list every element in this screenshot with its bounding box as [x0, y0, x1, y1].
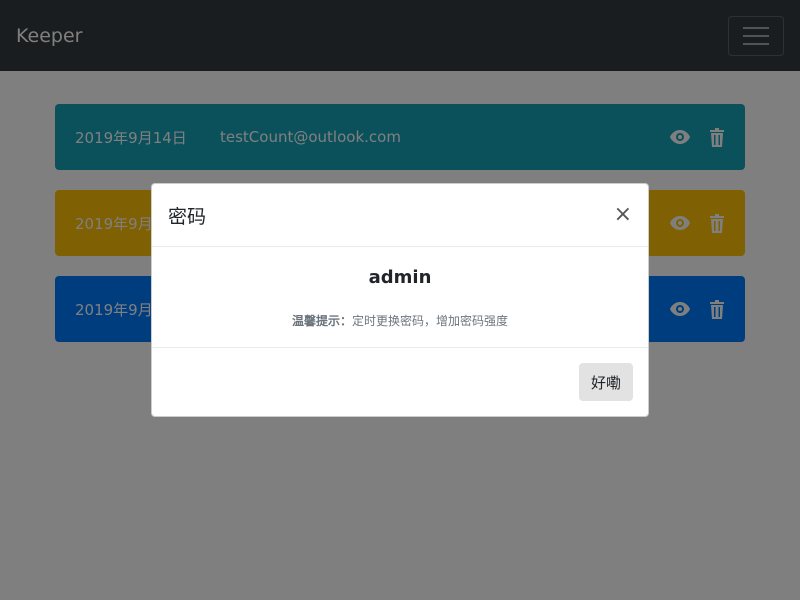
close-icon[interactable]: × — [614, 204, 632, 226]
hint-text: 温馨提示：定时更换密码，增加密码强度 — [292, 312, 508, 329]
modal-footer: 好嘞 — [152, 348, 648, 416]
hint-label: 温馨提示： — [291, 314, 352, 328]
hint-message: 定时更换密码，增加密码强度 — [352, 314, 509, 328]
ok-button[interactable]: 好嘞 — [578, 363, 633, 401]
password-modal: 密码 × admin 温馨提示：定时更换密码，增加密码强度 好嘞 — [151, 183, 649, 417]
password-value: admin — [368, 267, 432, 288]
modal-header: 密码 × — [152, 184, 648, 247]
modal-title: 密码 — [168, 205, 207, 228]
modal-body: admin 温馨提示：定时更换密码，增加密码强度 — [152, 247, 648, 348]
